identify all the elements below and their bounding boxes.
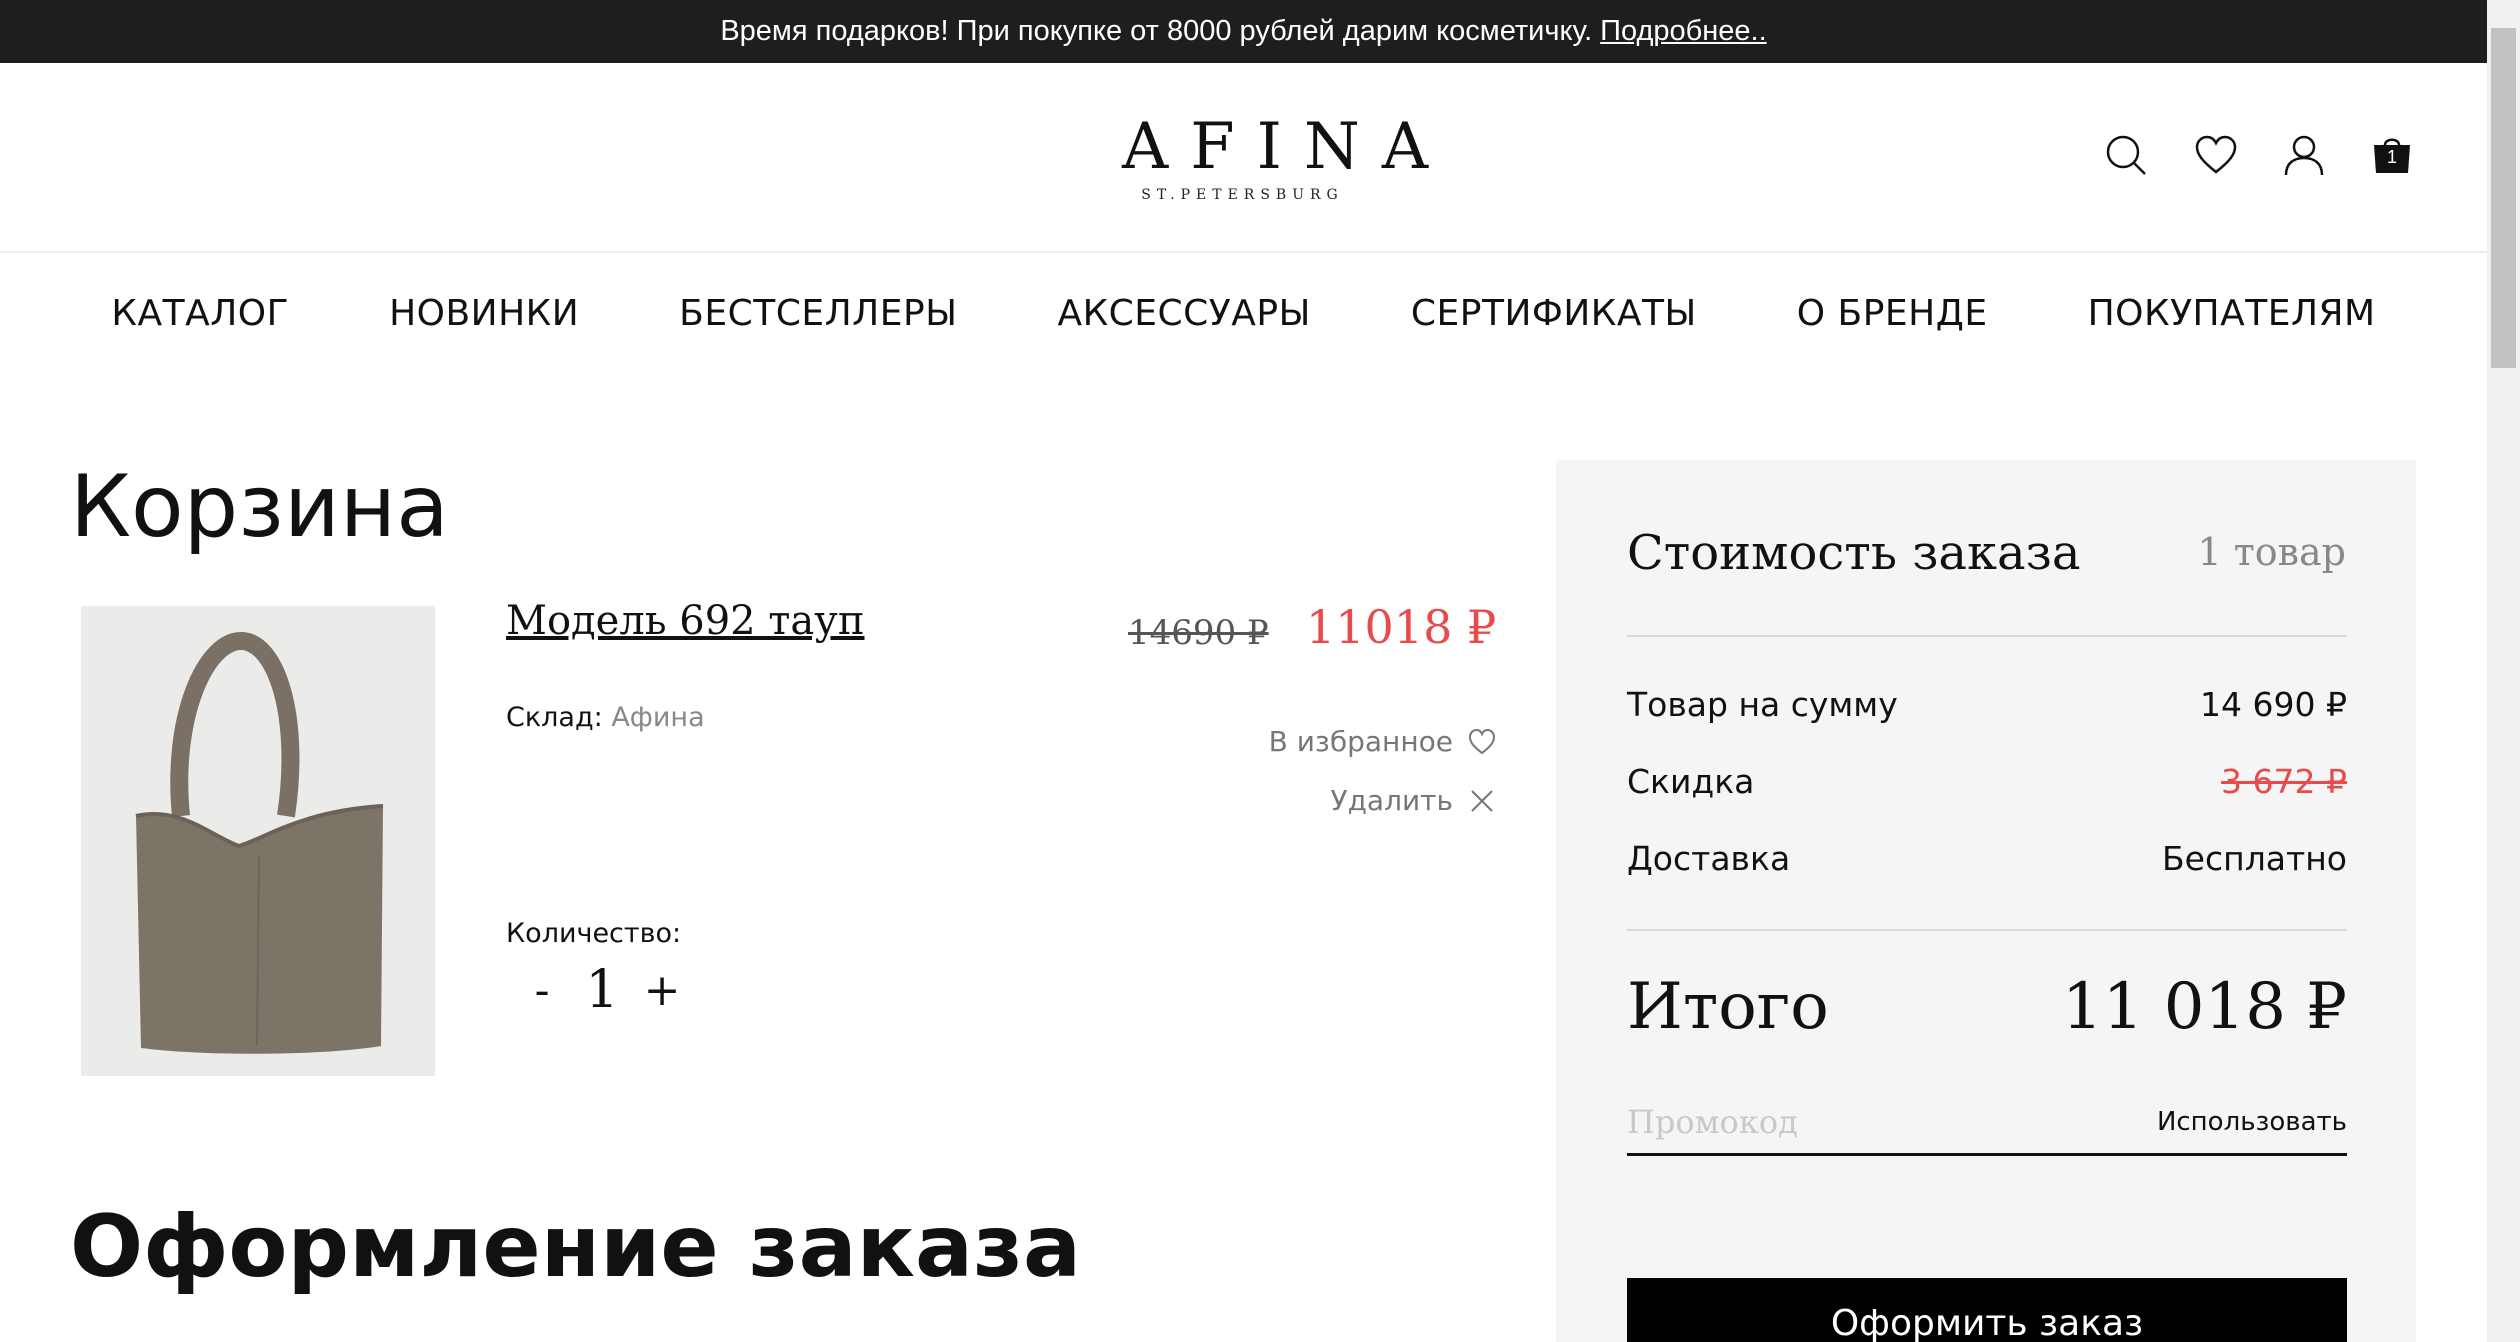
quantity-decrease-button[interactable]: - bbox=[522, 965, 562, 1016]
total-value: 11 018 ₽ bbox=[2062, 970, 2347, 1044]
scrollbar[interactable] bbox=[2487, 0, 2520, 1342]
search-icon[interactable] bbox=[2104, 133, 2148, 177]
favorites-label: В избранное bbox=[1268, 725, 1453, 758]
summary-item-count: 1 товар bbox=[2197, 530, 2346, 574]
product-name-link[interactable]: Модель 692 тауп bbox=[506, 598, 864, 644]
scrollbar-thumb[interactable] bbox=[2491, 28, 2516, 368]
quantity-increase-button[interactable]: + bbox=[642, 965, 682, 1016]
divider bbox=[1627, 635, 2347, 637]
site-header: AFINA ST.PETERSBURG 1 bbox=[0, 63, 2487, 253]
stock-value: Афина bbox=[611, 702, 705, 733]
promo-bar: Время подарков! При покупке от 8000 рубл… bbox=[0, 0, 2487, 63]
divider bbox=[1627, 929, 2347, 931]
nav-item-about[interactable]: О БРЕНДЕ bbox=[1797, 293, 1988, 334]
promo-text: Время подарков! При покупке от 8000 рубл… bbox=[720, 15, 1593, 47]
delivery-label: Доставка bbox=[1627, 839, 1791, 878]
delete-item-button[interactable]: Удалить bbox=[1331, 784, 1498, 817]
quantity-value: 1 bbox=[585, 960, 619, 1020]
nav-item-accessories[interactable]: АКСЕССУАРЫ bbox=[1057, 293, 1310, 334]
nav-item-certificates[interactable]: СЕРТИФИКАТЫ bbox=[1411, 293, 1697, 334]
summary-row-subtotal: Товар на сумму 14 690 ₽ bbox=[1627, 685, 2347, 724]
summary-title: Стоимость заказа bbox=[1627, 525, 2081, 581]
cart-count-badge: 1 bbox=[2386, 147, 2397, 167]
heart-icon bbox=[1468, 728, 1496, 754]
page-title: Корзина bbox=[70, 457, 449, 557]
product-stock: Склад: Афина bbox=[506, 702, 705, 733]
stock-label: Склад: bbox=[506, 702, 603, 733]
add-to-favorites-button[interactable]: В избранное bbox=[1269, 725, 1497, 758]
promo-apply-button[interactable]: Использовать bbox=[2157, 1107, 2347, 1137]
product-image[interactable] bbox=[81, 606, 435, 1076]
promo-code-input[interactable] bbox=[1627, 1102, 2127, 1141]
subtotal-label: Товар на сумму bbox=[1627, 685, 1898, 724]
promo-more-link[interactable]: Подробнее.. bbox=[1600, 15, 1767, 48]
summary-total: Итого 11 018 ₽ bbox=[1627, 970, 2347, 1044]
close-icon bbox=[1471, 789, 1493, 812]
summary-row-delivery: Доставка Бесплатно bbox=[1627, 839, 2347, 878]
product-new-price: 11018 ₽ bbox=[1306, 600, 1497, 654]
place-order-button[interactable]: Оформить заказ bbox=[1627, 1278, 2347, 1342]
delete-label: Удалить bbox=[1330, 784, 1454, 817]
summary-row-discount: Скидка 3 672 ₽ bbox=[1627, 762, 2347, 801]
discount-value: 3 672 ₽ bbox=[2221, 762, 2347, 801]
user-icon[interactable] bbox=[2282, 133, 2326, 177]
subtotal-value: 14 690 ₽ bbox=[2200, 685, 2347, 724]
order-summary: Стоимость заказа 1 товар Товар на сумму … bbox=[1556, 460, 2416, 1342]
promo-code-field: Использовать bbox=[1627, 1090, 2347, 1156]
quantity-stepper: - 1 + bbox=[522, 960, 682, 1020]
quantity-label: Количество: bbox=[506, 918, 682, 949]
logo[interactable]: AFINA ST.PETERSBURG bbox=[1100, 110, 1451, 203]
nav-item-new[interactable]: НОВИНКИ bbox=[389, 293, 579, 334]
discount-label: Скидка bbox=[1627, 762, 1755, 801]
nav-item-bestsellers[interactable]: БЕСТСЕЛЛЕРЫ bbox=[679, 293, 957, 334]
product-old-price: 14690 ₽ bbox=[1128, 613, 1269, 653]
checkout-title: Оформление заказа bbox=[70, 1197, 1082, 1297]
logo-sub: ST.PETERSBURG bbox=[1141, 187, 1344, 203]
logo-main: AFINA bbox=[1122, 110, 1451, 184]
total-label: Итого bbox=[1627, 970, 1829, 1044]
nav-item-catalog[interactable]: КАТАЛОГ bbox=[111, 293, 289, 334]
nav-item-customers[interactable]: ПОКУПАТЕЛЯМ bbox=[2088, 293, 2376, 334]
main-nav: КАТАЛОГ НОВИНКИ БЕСТСЕЛЛЕРЫ АКСЕССУАРЫ С… bbox=[0, 253, 2487, 373]
cart-icon[interactable]: 1 bbox=[2370, 133, 2414, 177]
delivery-value: Бесплатно bbox=[2162, 839, 2347, 878]
heart-icon[interactable] bbox=[2194, 133, 2238, 177]
